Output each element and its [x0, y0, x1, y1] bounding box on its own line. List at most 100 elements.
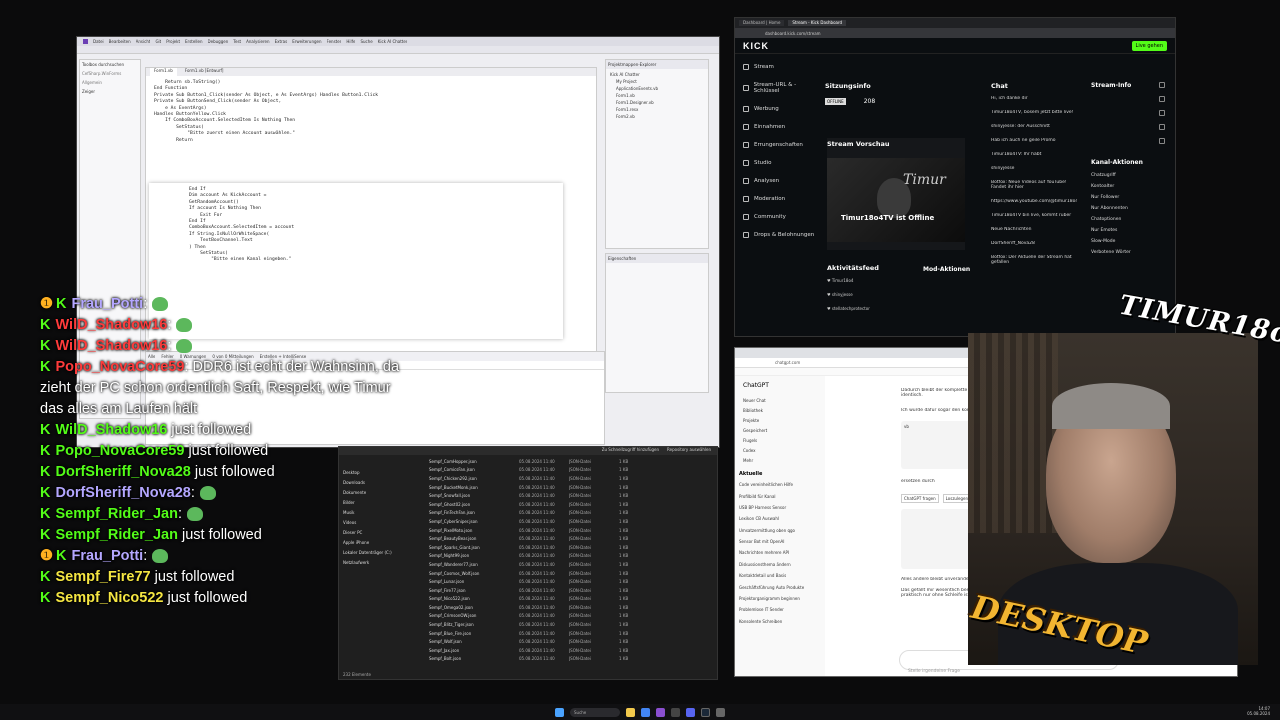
kick-nav-item[interactable]: Community: [735, 208, 823, 226]
kick-nav-item[interactable]: Einnahmen: [735, 118, 823, 136]
solution-tree-item[interactable]: Form1.vb: [608, 92, 706, 99]
chat-setting[interactable]: Nur Follower: [1091, 192, 1153, 203]
go-live-button[interactable]: Live gehen: [1131, 40, 1167, 51]
file-row[interactable]: Sempf_Blitz_Tiger.json 05.08.2024 11:40 JS…: [429, 620, 715, 629]
chat-setting[interactable]: Verbotene Wörter: [1091, 247, 1153, 258]
solution-tree-item[interactable]: ApplicationEvents.vb: [608, 85, 706, 92]
chatgpt-history-item[interactable]: Code vereinheitlichen Hilfe: [735, 479, 825, 490]
file-row[interactable]: Sempf_Nico522.json 05.08.2024 11:40 JSON-D…: [429, 595, 715, 604]
file-row[interactable]: Sempf_Sparks_Giant.json 05.08.2024 11:40 J…: [429, 543, 715, 552]
obs-icon[interactable]: [671, 707, 680, 717]
chatgpt-nav-item[interactable]: Bibliothek: [735, 405, 825, 415]
vs-menu-item[interactable]: Datei: [93, 39, 104, 44]
chatgpt-nav-item[interactable]: Projekte: [735, 415, 825, 425]
chatgpt-history-item[interactable]: Diskussionsthema ändern: [735, 559, 825, 570]
file-row[interactable]: Sempf_Wolf.json 05.08.2024 11:40 JSON-Date…: [429, 637, 715, 646]
start-icon[interactable]: [555, 707, 564, 717]
file-row[interactable]: Sempf_Ghost02.json 05.08.2024 11:40 JSON-D…: [429, 500, 715, 509]
kick-nav-item[interactable]: Studio: [735, 154, 823, 172]
file-row[interactable]: Sempf_Wanderer77.json 05.08.2024 11:40 JSO…: [429, 560, 715, 569]
file-row[interactable]: Sempf_PixelMoto.json 05.08.2024 11:40 JSON…: [429, 526, 715, 535]
explorer-nav-item[interactable]: Dieser PC: [343, 527, 421, 537]
chatgpt-nav-item[interactable]: Codex: [735, 445, 825, 455]
chatgpt-nav-item[interactable]: Neuer Chat: [735, 395, 825, 405]
vs-menu-item[interactable]: Hilfe: [346, 39, 355, 44]
file-row[interactable]: Sempf_ComicsFan.json 05.08.2024 11:40 JSON…: [429, 466, 715, 475]
file-row[interactable]: Sempf_Bolt.json 05.08.2024 11:40 JSON-Date…: [429, 655, 715, 664]
file-row[interactable]: Sempf_Lunar.json 05.08.2024 11:40 JSON-Dat…: [429, 577, 715, 586]
kick-nav-item[interactable]: Analysen: [735, 172, 823, 190]
solution-tree-item[interactable]: Form1.resx: [608, 106, 706, 113]
chat-setting[interactable]: Slow-Mode: [1091, 236, 1153, 247]
solution-tree-item[interactable]: Form1.Designer.vb: [608, 99, 706, 106]
file-row[interactable]: Sempf_Omega02.json 05.08.2024 11:40 JSON-D…: [429, 603, 715, 612]
explorer-nav-item[interactable]: Desktop: [343, 467, 421, 477]
file-row[interactable]: Sempf_BeautyBear.json 05.08.2024 11:40 JSO…: [429, 534, 715, 543]
chatgpt-nav-item[interactable]: Flugels: [735, 435, 825, 445]
kick-nav-item[interactable]: Moderation: [735, 190, 823, 208]
kick-nav-item[interactable]: Errungenschaften: [735, 136, 823, 154]
chat-setting[interactable]: Chatoptionen: [1091, 214, 1153, 225]
explorer-nav-item[interactable]: Dokumente: [343, 487, 421, 497]
vs-menu-item[interactable]: Kick AI Chatter: [378, 39, 408, 44]
steam-icon[interactable]: [701, 707, 710, 717]
browser-icon[interactable]: [641, 707, 650, 717]
chatgpt-history-item[interactable]: Kontaktdetail und Basis: [735, 570, 825, 581]
chatgpt-history-item[interactable]: Sensor Bot mit OpenAI: [735, 536, 825, 547]
chat-setting[interactable]: Kontoalter: [1091, 181, 1153, 192]
vs-menu-item[interactable]: Git: [155, 39, 161, 44]
explorer-nav-item[interactable]: Videos: [343, 517, 421, 527]
discord-icon[interactable]: [686, 707, 695, 717]
chat-setting[interactable]: Nur Emotes: [1091, 225, 1153, 236]
file-row[interactable]: Sempf_BucketMonk.json 05.08.2024 11:40 JSO…: [429, 483, 715, 492]
file-row[interactable]: Sempf_ComHopper.json 05.08.2024 11:40 JSON…: [429, 457, 715, 466]
file-row[interactable]: Sempf_Fire77.json 05.08.2024 11:40 JSON-Da…: [429, 586, 715, 595]
explorer-nav-item[interactable]: Downloads: [343, 477, 421, 487]
chatgpt-nav-item[interactable]: Gespeichert: [735, 425, 825, 435]
vs-menu-item[interactable]: Erstellen: [185, 39, 203, 44]
explorer-nav-item[interactable]: Bilder: [343, 497, 421, 507]
vs-menu-item[interactable]: Ansicht: [136, 39, 151, 44]
vs-menu-item[interactable]: Debuggen: [208, 39, 229, 44]
vs-icon[interactable]: [656, 707, 665, 717]
solution-tree-item[interactable]: Kick AI Chatter: [608, 71, 706, 78]
explorer-nav-item[interactable]: Netzlaufwerk: [343, 557, 421, 567]
vs-menu-item[interactable]: Extras: [275, 39, 288, 44]
taskbar-search[interactable]: Suche: [570, 707, 620, 717]
explorer-nav-item[interactable]: Musik: [343, 507, 421, 517]
app-icon[interactable]: [716, 707, 725, 717]
vs-menu-item[interactable]: Suche: [360, 39, 372, 44]
file-row[interactable]: Sempf_Snowfall.json 05.08.2024 11:40 JSON-…: [429, 491, 715, 500]
chatgpt-history-item[interactable]: Geschäftsführung Auto Produkte: [735, 581, 825, 592]
file-row[interactable]: Sempf_Chicken292.json 05.08.2024 11:40 JSO…: [429, 474, 715, 483]
chat-setting[interactable]: Nur Abonnenten: [1091, 203, 1153, 214]
vs-menu-item[interactable]: Bearbeiten: [109, 39, 131, 44]
explorer-nav-item[interactable]: Apple iPhone: [343, 537, 421, 547]
solution-tree-item[interactable]: My Project: [608, 78, 706, 85]
kick-nav-item[interactable]: Stream-URL & -Schlüssel: [735, 76, 823, 100]
chatgpt-history-item[interactable]: Projektorganigramm beginnen: [735, 593, 825, 604]
vs-menu-item[interactable]: Test: [233, 39, 241, 44]
kick-nav-item[interactable]: Stream: [735, 58, 823, 76]
explorer-icon[interactable]: [626, 707, 635, 717]
vs-menu-item[interactable]: Fenster: [327, 39, 342, 44]
chatgpt-history-item[interactable]: Problemlose IT Sender: [735, 604, 825, 615]
chatgpt-nav-item[interactable]: Mehr: [735, 455, 825, 465]
kick-addressbar[interactable]: dashboard.kick.com/stream: [735, 28, 1175, 38]
kick-nav-item[interactable]: Werbung: [735, 100, 823, 118]
chatgpt-history-item[interactable]: USB BP Harness Sensor: [735, 502, 825, 513]
file-row[interactable]: Sempf_CrimsonOW.json 05.08.2024 11:40 JSON…: [429, 612, 715, 621]
vs-menu-item[interactable]: Erweiterungen: [292, 39, 321, 44]
file-row[interactable]: Sempf_CyberSniper.json 05.08.2024 11:40 JS…: [429, 517, 715, 526]
kick-nav-item[interactable]: Drops & Belohnungen: [735, 226, 823, 244]
chatgpt-history-item[interactable]: Umsatzermittlung oben qgo: [735, 525, 825, 536]
chatgpt-history-item[interactable]: Lexikon CB Auswahl: [735, 513, 825, 524]
file-row[interactable]: Sempf_Jax.json 05.08.2024 11:40 JSON-Datei…: [429, 646, 715, 655]
file-row[interactable]: Sempf_FinTechFan.json 05.08.2024 11:40 JSO…: [429, 509, 715, 518]
file-row[interactable]: Sempf_Night99.json 05.08.2024 11:40 JSON-D…: [429, 552, 715, 561]
vs-menu-item[interactable]: Projekt: [166, 39, 180, 44]
chatgpt-history-item[interactable]: Konsolente Schreiben: [735, 616, 825, 627]
chatgpt-history-item[interactable]: Profilbild für Kanal: [735, 490, 825, 501]
file-row[interactable]: Sempf_Cosmos_Wolf.json 05.08.2024 11:40 JS…: [429, 569, 715, 578]
solution-tree-item[interactable]: Form2.vb: [608, 113, 706, 120]
